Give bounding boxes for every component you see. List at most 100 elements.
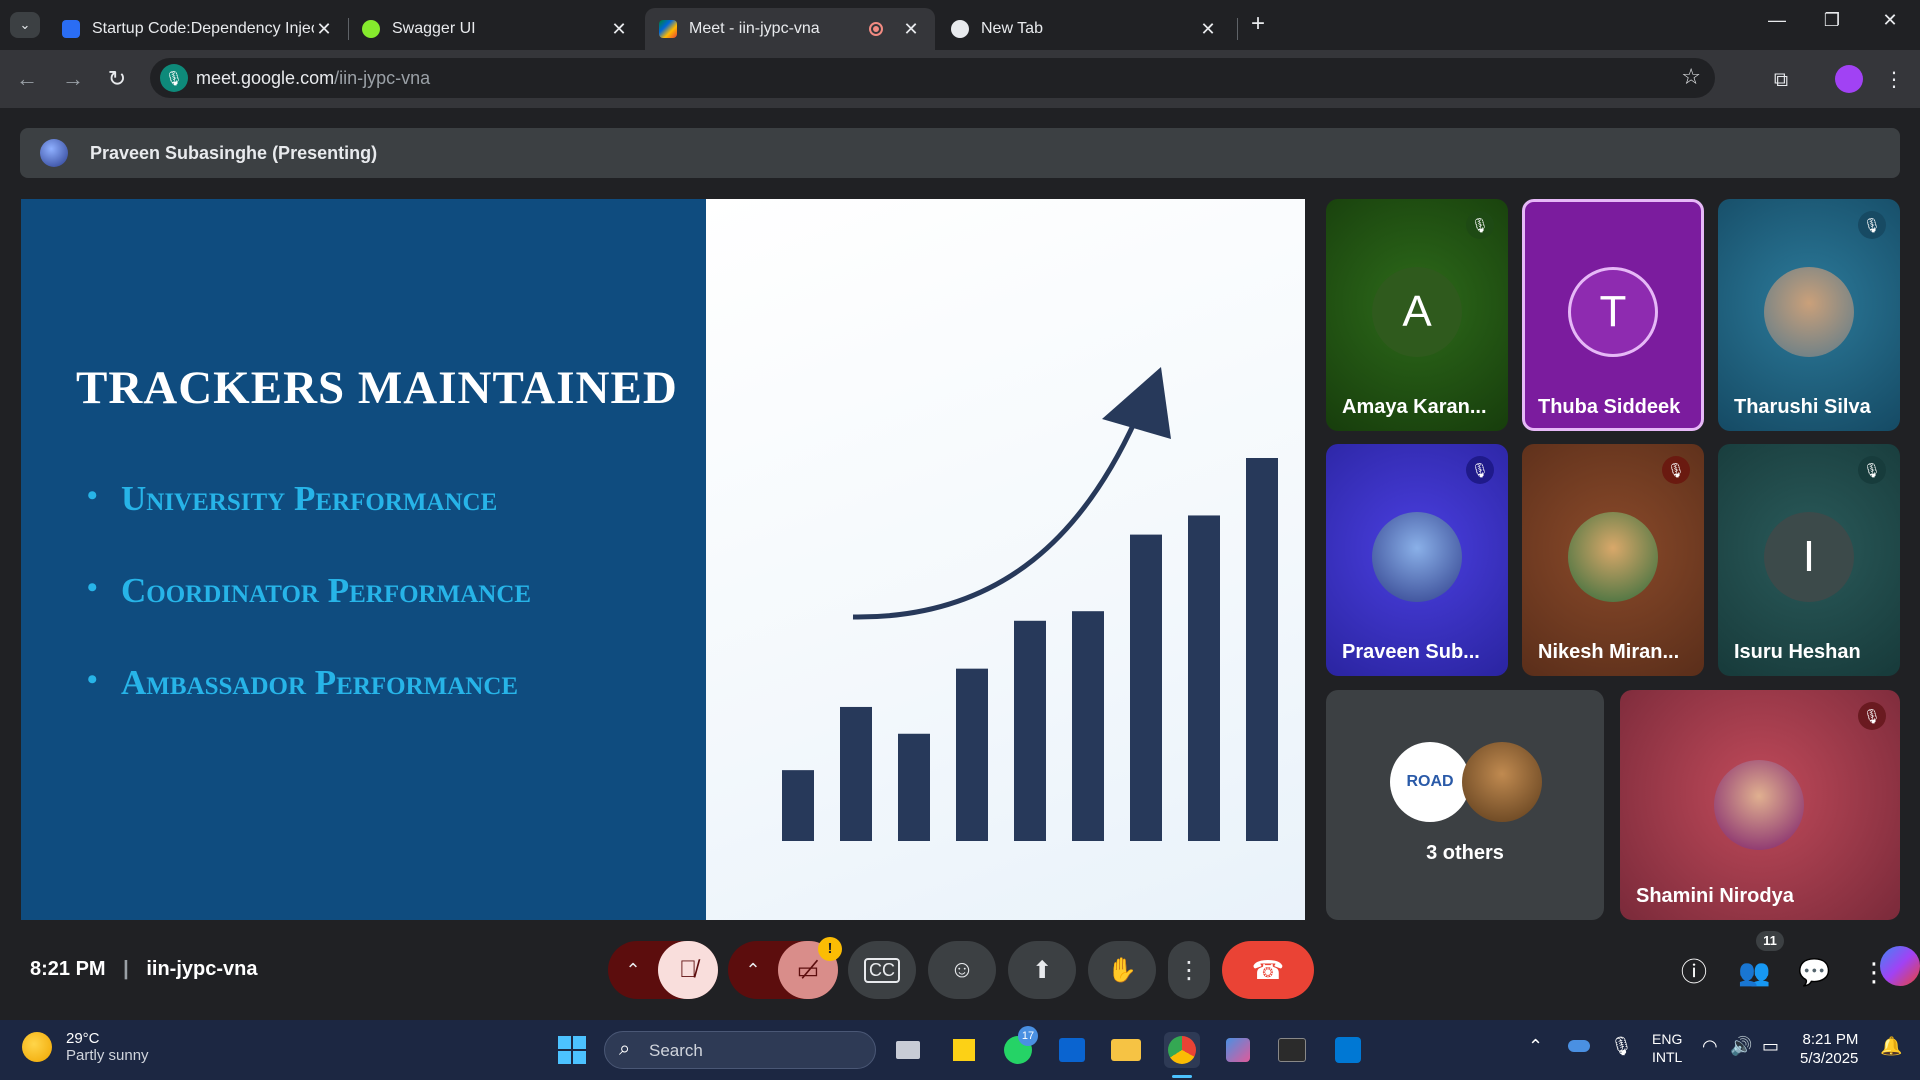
battery-icon[interactable]: ▭ (1762, 1036, 1779, 1057)
start-button[interactable] (554, 1032, 590, 1068)
emoji-icon: ☺ (949, 956, 975, 983)
task-view-button[interactable] (890, 1032, 926, 1068)
close-window-button[interactable]: ✕ (1870, 10, 1910, 40)
microphone-tray-icon[interactable]: 🎙 (1610, 1036, 1633, 1057)
captions-button[interactable]: CC (848, 941, 916, 999)
video-options-chevron-icon[interactable]: ⌃ (728, 960, 778, 981)
participant-tile[interactable]: A 🎙 Amaya Karan... (1326, 199, 1508, 431)
others-logo-avatar: ROAD (1390, 742, 1470, 822)
participant-avatar: T (1568, 267, 1658, 357)
growth-bar (1188, 515, 1220, 841)
chat-icon[interactable]: 💬 (1798, 956, 1830, 988)
search-placeholder: Search (649, 1041, 703, 1060)
hand-icon: ✋ (1107, 956, 1137, 984)
task-view-icon (896, 1041, 920, 1059)
slide-text-panel: TRACKERS MAINTAINED University Performan… (21, 199, 706, 920)
slide-title: TRACKERS MAINTAINED (76, 362, 678, 414)
present-button[interactable]: ⬆ (1008, 941, 1076, 999)
browser-toolbar: ← → ↻ 🎙 meet.google.com/iin-jypc-vna ☆ ⧉… (0, 50, 1920, 108)
tab-new-tab[interactable]: New Tab ✕ (937, 8, 1232, 50)
reactions-button[interactable]: ☺ (928, 941, 996, 999)
mic-in-use-icon[interactable]: 🎙 (160, 64, 188, 92)
onedrive-icon[interactable] (1568, 1040, 1590, 1052)
bookmark-star-icon[interactable]: ☆ (1681, 64, 1701, 90)
participant-name: Tharushi Silva (1734, 396, 1871, 418)
tab-title: Meet - iin-jypc-vna (689, 20, 820, 37)
address-bar[interactable]: 🎙 meet.google.com/iin-jypc-vna ☆ (150, 58, 1715, 98)
recording-icon (869, 22, 883, 36)
slide-bullet: Coordinator Performance (87, 571, 531, 611)
participant-tile-speaking[interactable]: T Thuba Siddeek (1522, 199, 1704, 431)
tab-divider (1237, 18, 1238, 40)
presentation-slide[interactable]: TRACKERS MAINTAINED University Performan… (21, 199, 1305, 920)
tab-swagger[interactable]: Swagger UI ✕ (348, 8, 643, 50)
growth-arrow-line (852, 417, 1139, 620)
profile-avatar[interactable] (1835, 65, 1863, 93)
participant-photo (1714, 760, 1804, 850)
tab-meet[interactable]: Meet - iin-jypc-vna ✕ (645, 8, 935, 50)
new-tab-button[interactable]: + (1245, 12, 1271, 38)
menu-icon[interactable]: ⋮ (1880, 66, 1908, 94)
close-icon[interactable]: ✕ (901, 19, 921, 40)
notifications-icon[interactable]: 🔔 (1880, 1036, 1902, 1057)
weather-description: Partly sunny (66, 1047, 149, 1064)
raise-hand-button[interactable]: ✋ (1088, 941, 1156, 999)
participant-tile[interactable]: I 🎙 Isuru Heshan (1718, 444, 1900, 676)
more-options-button[interactable]: ⋮ (1168, 941, 1210, 999)
sticky-notes-app[interactable] (946, 1032, 982, 1068)
mic-toggle-button[interactable]: 🎙̸ (658, 941, 718, 999)
clock[interactable]: 8:21 PM 5/3/2025 (1800, 1030, 1858, 1068)
participant-tile[interactable]: 🎙 Nikesh Miran... (1522, 444, 1704, 676)
participant-tile[interactable]: 🎙 Praveen Sub... (1326, 444, 1508, 676)
close-icon[interactable]: ✕ (609, 19, 629, 40)
participant-name: Shamini Nirodya (1636, 885, 1794, 907)
show-hidden-icons-chevron-icon[interactable]: ⌃ (1528, 1036, 1543, 1057)
people-count-badge: 11 (1756, 931, 1784, 951)
slide-bullet: University Performance (87, 479, 497, 519)
extensions-icon[interactable]: ⧉ (1767, 66, 1795, 94)
growth-arrow-head (1102, 367, 1171, 439)
wifi-icon[interactable]: ◠ (1702, 1036, 1718, 1057)
mic-off-icon: 🎙 (1858, 456, 1886, 484)
gemini-notes-icon[interactable] (1880, 946, 1920, 986)
chrome-app[interactable] (1164, 1032, 1200, 1068)
participant-avatar: I (1764, 512, 1854, 602)
presenter-label: Praveen Subasinghe (Presenting) (90, 143, 378, 163)
tab-search-button[interactable]: ⌄ (10, 12, 40, 38)
meeting-details-icon[interactable]: ⓘ (1678, 956, 1710, 988)
mic-off-icon: 🎙 (1662, 456, 1690, 484)
mic-off-icon: 🎙 (1858, 702, 1886, 730)
close-icon[interactable]: ✕ (1198, 19, 1218, 40)
weather-widget[interactable]: 29°C Partly sunny (22, 1030, 149, 1064)
tab-title: Swagger UI (392, 20, 476, 37)
slide-bullet: Ambassador Performance (87, 663, 518, 703)
minimize-button[interactable]: — (1757, 10, 1797, 40)
file-explorer-app[interactable] (1108, 1032, 1144, 1068)
url-text[interactable]: meet.google.com/iin-jypc-vna (196, 68, 430, 89)
participant-tile[interactable]: 🎙 Tharushi Silva (1718, 199, 1900, 431)
clock-time: 8:21 PM (1802, 1031, 1859, 1048)
taskbar-search[interactable]: ⌕ Search (604, 1031, 876, 1069)
volume-icon[interactable]: 🔊 (1730, 1036, 1752, 1057)
reload-button[interactable]: ↻ (104, 66, 130, 92)
active-app-indicator (1172, 1075, 1192, 1078)
terminal-app[interactable] (1274, 1032, 1310, 1068)
leave-call-button[interactable]: ☎ (1222, 941, 1314, 999)
close-icon[interactable]: ✕ (314, 19, 334, 40)
people-icon[interactable]: 👥 (1738, 956, 1770, 988)
participant-tile[interactable]: 🎙 Shamini Nirodya (1620, 690, 1900, 920)
keyboard-layout: INTL (1652, 1049, 1683, 1065)
tab-title: Startup Code:Dependency Injec (92, 20, 314, 37)
outlook-app[interactable] (1054, 1032, 1090, 1068)
language-indicator[interactable]: ENG INTL (1652, 1030, 1682, 1066)
snipping-tool-app[interactable] (1220, 1032, 1256, 1068)
growth-bar (898, 733, 930, 841)
forward-button[interactable]: → (60, 66, 86, 92)
others-tile[interactable]: ROAD 3 others (1326, 690, 1604, 920)
windows-logo-icon (558, 1036, 586, 1064)
back-button[interactable]: ← (14, 66, 40, 92)
audio-options-chevron-icon[interactable]: ⌃ (608, 960, 658, 981)
tab-startup-code[interactable]: Startup Code:Dependency Injec ✕ (48, 8, 348, 50)
vscode-app[interactable] (1330, 1032, 1366, 1068)
restore-button[interactable]: ❐ (1812, 10, 1852, 40)
